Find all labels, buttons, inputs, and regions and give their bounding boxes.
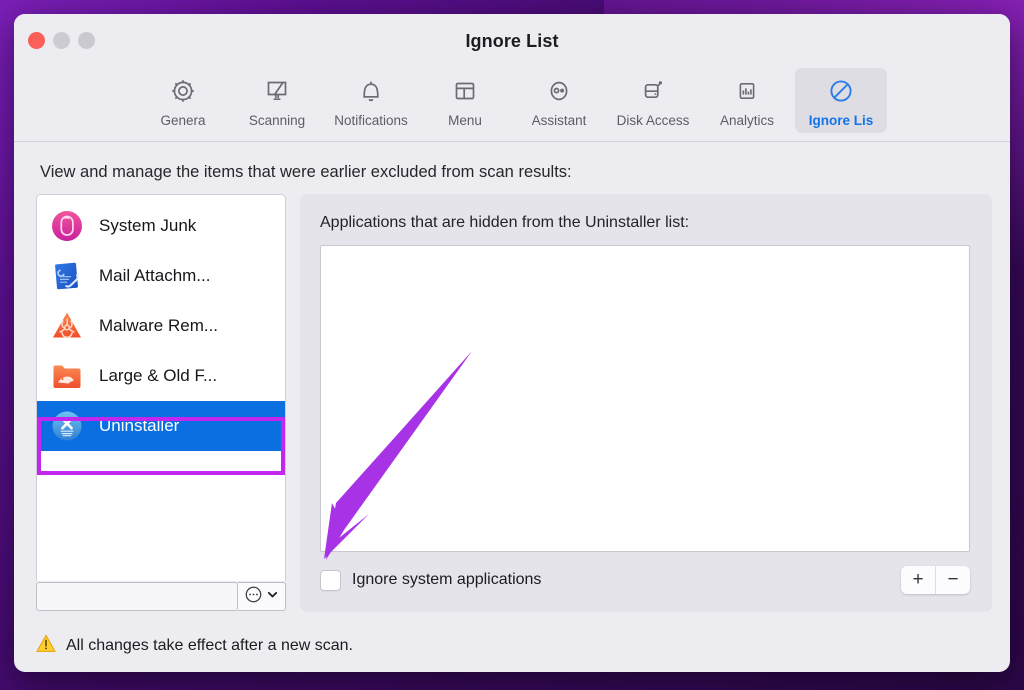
chevron-down-icon (266, 588, 279, 606)
ignore-system-applications-label: Ignore system applications (352, 571, 542, 588)
sidebar-item-mail-attachments[interactable]: Mail Attachm... (37, 251, 285, 301)
tab-menu[interactable]: Menu (419, 68, 511, 133)
sidebar-item-system-junk[interactable]: System Junk (37, 201, 285, 251)
action-menu-button[interactable] (238, 582, 286, 611)
sidebar-item-label: Mail Attachm... (99, 266, 211, 285)
sidebar-item-uninstaller[interactable]: Uninstaller (37, 401, 285, 451)
tab-label: Assistant (531, 113, 587, 128)
list-caption: Applications that are hidden from the Un… (320, 214, 690, 231)
window-title: Ignore List (465, 31, 559, 51)
tab-ignore-list[interactable]: Ignore Lis (795, 68, 887, 133)
warning-triangle-icon (36, 634, 56, 658)
tab-label: Menu (448, 113, 482, 128)
tab-notifications[interactable]: Notifications (325, 68, 417, 133)
tab-label: Disk Access (616, 113, 690, 128)
mail-attachment-icon (49, 258, 85, 294)
tab-analytics[interactable]: Analytics (701, 68, 793, 133)
add-button[interactable]: + (901, 566, 936, 594)
filter-input[interactable] (36, 582, 238, 611)
assistant-icon (544, 74, 574, 108)
pane-footer: Ignore system applications + − (320, 566, 970, 594)
scanner-icon (262, 74, 292, 108)
tab-general[interactable]: Genera (137, 68, 229, 133)
sidebar-container: System Junk Mail Attachm... Malware Rem.… (36, 194, 286, 612)
ellipsis-circle-icon (244, 585, 263, 609)
no-entry-icon (825, 74, 857, 108)
sidebar-item-label: Large & Old F... (99, 366, 218, 385)
tab-disk-access[interactable]: Disk Access (607, 68, 699, 133)
sidebar-item-large-old-files[interactable]: Large & Old F... (37, 351, 285, 401)
tab-label: Genera (160, 113, 206, 128)
gear-icon (168, 74, 198, 108)
tab-label: Analytics (719, 113, 775, 128)
tab-label: Scanning (248, 113, 306, 128)
add-remove-control: + − (901, 566, 970, 594)
tab-assistant[interactable]: Assistant (513, 68, 605, 133)
status-bar: All changes take effect after a new scan… (14, 620, 1010, 672)
sidebar-item-malware-removal[interactable]: Malware Rem... (37, 301, 285, 351)
ignore-system-applications-checkbox[interactable] (320, 569, 341, 591)
remove-button[interactable]: − (936, 566, 970, 594)
ignore-list-pane: Applications that are hidden from the Un… (300, 194, 992, 612)
sidebar-item-label: System Junk (99, 216, 197, 235)
status-message: All changes take effect after a new scan… (66, 637, 353, 654)
uninstaller-icon (49, 408, 85, 444)
system-junk-icon (49, 208, 85, 244)
tab-label: Ignore Lis (808, 113, 874, 128)
preferences-content: View and manage the items that were earl… (14, 142, 1010, 620)
menubar-icon (450, 74, 480, 108)
preferences-window: Ignore List Genera Scanning Notification… (14, 14, 1010, 672)
tab-scanning[interactable]: Scanning (231, 68, 323, 133)
ignore-system-applications-row[interactable]: Ignore system applications (320, 569, 542, 591)
hidden-applications-list[interactable] (320, 245, 970, 552)
intro-text: View and manage the items that were earl… (40, 163, 572, 181)
sidebar-item-label: Malware Rem... (99, 316, 219, 335)
bell-icon (356, 74, 386, 108)
large-old-files-icon (49, 358, 85, 394)
bar-chart-icon (732, 74, 762, 108)
disk-icon (638, 74, 668, 108)
window-titlebar: Ignore List (14, 14, 1010, 66)
sidebar-footer (36, 581, 286, 612)
biohazard-icon (49, 308, 85, 344)
tab-label: Notifications (334, 113, 408, 128)
panes-container: System Junk Mail Attachm... Malware Rem.… (32, 194, 992, 620)
category-sidebar: System Junk Mail Attachm... Malware Rem.… (36, 194, 286, 581)
preferences-toolbar: Genera Scanning Notifications Menu Assis… (14, 66, 1010, 142)
sidebar-item-label: Uninstaller (99, 416, 180, 435)
